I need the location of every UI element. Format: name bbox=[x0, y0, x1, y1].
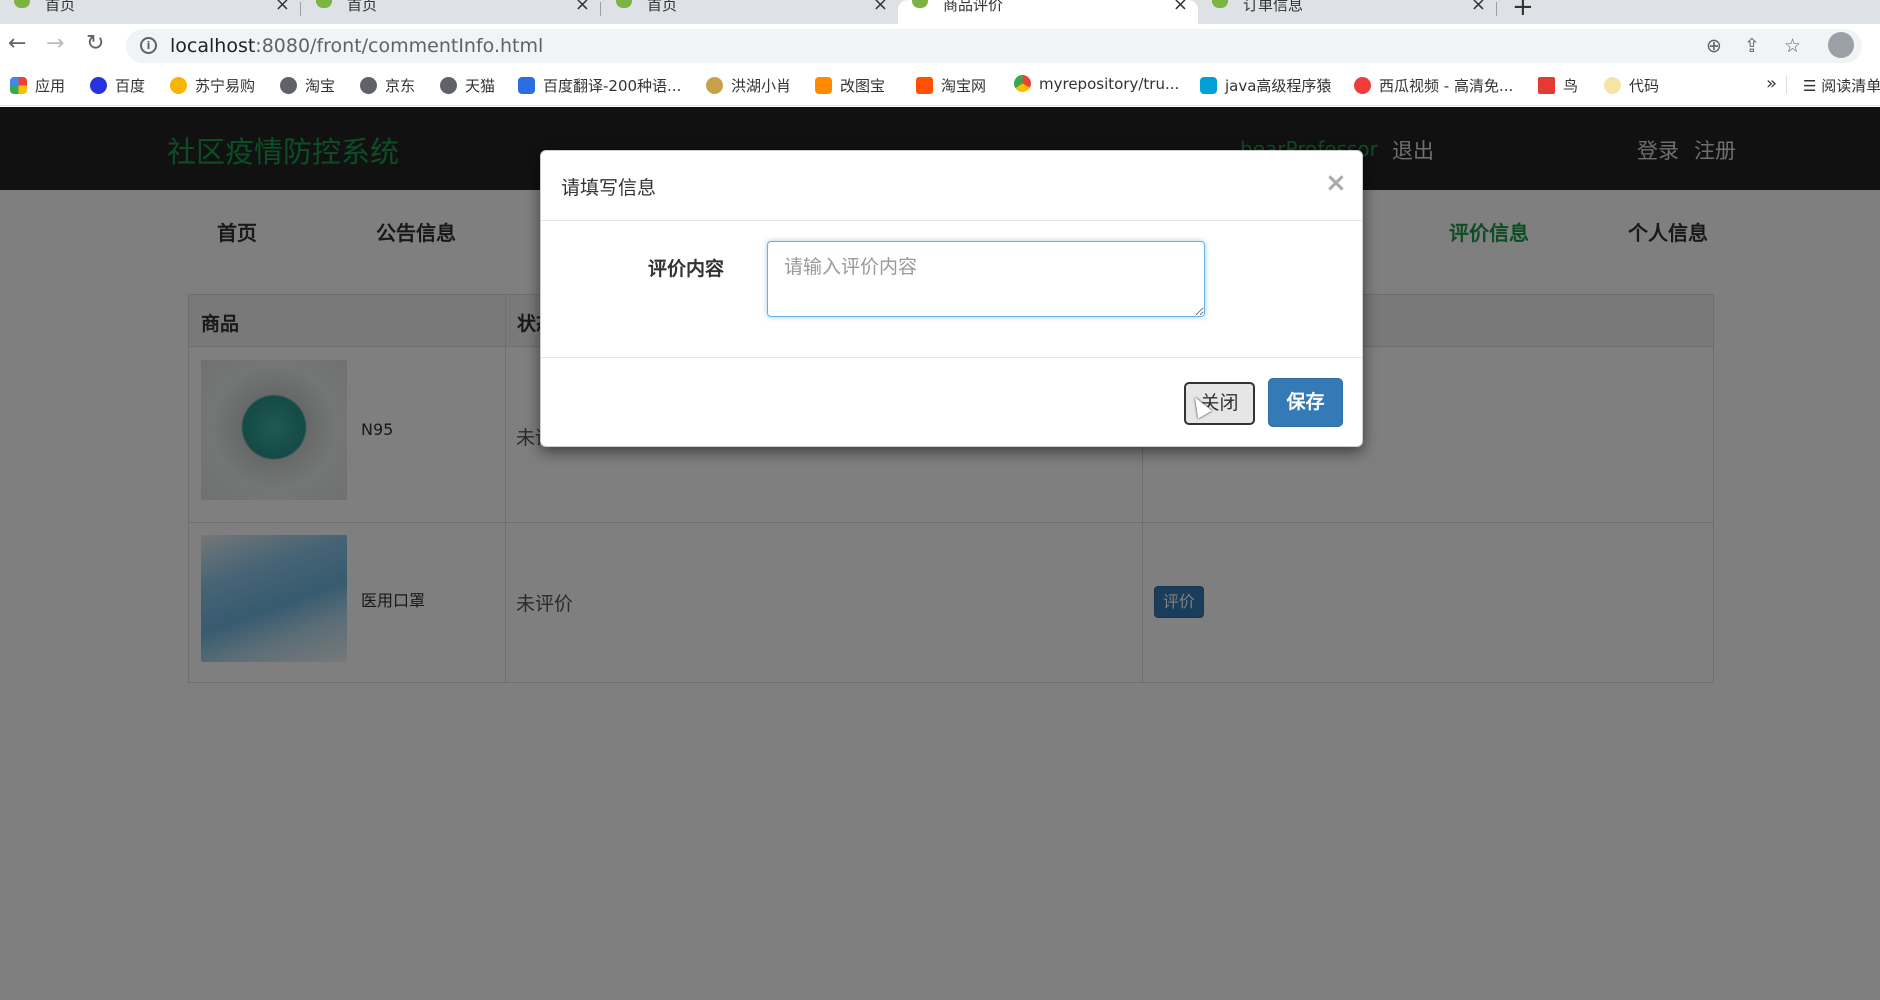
modal-title: 请填写信息 bbox=[561, 177, 657, 199]
tab-favicon-icon bbox=[316, 0, 332, 8]
comment-content-label: 评价内容 bbox=[648, 258, 725, 280]
bookmark-label: myrepository/tru... bbox=[1039, 75, 1180, 93]
bookmark-label: 代码 bbox=[1629, 77, 1660, 95]
tab-divider bbox=[600, 2, 601, 16]
bird-icon bbox=[706, 77, 723, 94]
tab-title: 首页 bbox=[347, 0, 378, 14]
comment-modal: 请填写信息 × 评价内容 关闭 保存 bbox=[540, 150, 1363, 447]
url-text[interactable]: localhost:8080/front/commentInfo.html bbox=[170, 35, 543, 57]
reading-list-button[interactable]: ☰ 阅读清单 bbox=[1803, 75, 1880, 96]
bookmark-label: 淘宝 bbox=[305, 77, 336, 95]
zoom-icon[interactable]: ⊕ bbox=[1706, 35, 1722, 57]
globe-icon bbox=[280, 77, 297, 94]
modal-footer: 关闭 保存 bbox=[541, 357, 1362, 446]
browser-tab[interactable]: 首页 × bbox=[602, 0, 898, 24]
bookmark-label: 京东 bbox=[385, 77, 416, 95]
bookmark-label: java高级程序猿 bbox=[1225, 77, 1332, 95]
image-tool-icon bbox=[815, 77, 832, 94]
tab-close-icon[interactable]: × bbox=[575, 0, 590, 15]
bookmark-item[interactable]: java高级程序猿 bbox=[1200, 75, 1331, 96]
bookmark-item[interactable]: myrepository/tru... bbox=[1014, 75, 1179, 93]
comment-content-input[interactable] bbox=[767, 241, 1205, 317]
browser-tab-active[interactable]: 商品评价 × bbox=[898, 0, 1198, 24]
profile-avatar-icon[interactable] bbox=[1828, 32, 1854, 58]
bookmark-item[interactable]: 百度翻译-200种语... bbox=[518, 75, 681, 96]
bookmark-item[interactable]: 百度 bbox=[90, 75, 145, 96]
tab-divider bbox=[1496, 2, 1497, 16]
browser-toolbar: ← → ↻ i localhost:8080/front/commentInfo… bbox=[0, 24, 1880, 64]
tab-title: 首页 bbox=[647, 0, 678, 14]
bookmark-label: 洪湖小肖 bbox=[731, 77, 792, 95]
code-icon bbox=[1604, 77, 1621, 94]
bookmark-label: 改图宝 bbox=[840, 77, 886, 95]
bookmarks-overflow-icon[interactable]: » bbox=[1766, 73, 1777, 94]
close-icon[interactable]: × bbox=[1325, 168, 1347, 198]
bookmark-item[interactable]: 淘宝 bbox=[280, 75, 335, 96]
bookmark-star-icon[interactable]: ☆ bbox=[1784, 35, 1801, 57]
tab-title: 商品评价 bbox=[943, 0, 1004, 14]
tab-close-icon[interactable]: × bbox=[1173, 0, 1188, 15]
browser-tab[interactable]: 订单信息 × bbox=[1198, 0, 1496, 24]
bookmark-item[interactable]: 应用 bbox=[10, 75, 65, 96]
bilibili-icon bbox=[1200, 77, 1217, 94]
tab-divider bbox=[300, 2, 301, 16]
bookmark-label: 百度 bbox=[115, 77, 146, 95]
url-path: :8080/front/commentInfo.html bbox=[255, 35, 544, 57]
forward-arrow-icon[interactable]: → bbox=[46, 31, 64, 56]
taobao-icon bbox=[916, 77, 933, 94]
tab-title: 订单信息 bbox=[1243, 0, 1304, 14]
tab-favicon-icon bbox=[14, 0, 30, 8]
bookmark-label: 淘宝网 bbox=[941, 77, 987, 95]
video-play-icon bbox=[1354, 77, 1371, 94]
bookmark-item[interactable]: 改图宝 bbox=[815, 75, 885, 96]
url-host: localhost bbox=[170, 35, 256, 57]
tab-close-icon[interactable]: × bbox=[873, 0, 888, 15]
bookmarks-divider bbox=[1786, 76, 1787, 94]
globe-icon bbox=[360, 77, 377, 94]
modal-header: 请填写信息 × bbox=[541, 151, 1362, 221]
baidu-icon bbox=[90, 77, 107, 94]
bookmark-item[interactable]: 天猫 bbox=[440, 75, 495, 96]
bookmark-label: 天猫 bbox=[465, 77, 496, 95]
globe-icon bbox=[440, 77, 457, 94]
bookmark-item[interactable]: 西瓜视频 - 高清免... bbox=[1354, 75, 1513, 96]
bookmark-item[interactable]: 苏宁易购 bbox=[170, 75, 255, 96]
bookmark-label: 百度翻译-200种语... bbox=[543, 77, 682, 95]
share-icon[interactable]: ⇪ bbox=[1744, 35, 1760, 57]
bookmark-label: 西瓜视频 - 高清免... bbox=[1379, 77, 1514, 95]
reload-icon[interactable]: ↻ bbox=[86, 31, 104, 56]
reading-list-label: 阅读清单 bbox=[1821, 77, 1880, 95]
bookmark-item[interactable]: 京东 bbox=[360, 75, 415, 96]
browser-tab[interactable]: 首页 × bbox=[0, 0, 300, 24]
tab-favicon-icon bbox=[616, 0, 632, 8]
bird-icon bbox=[1538, 77, 1555, 94]
translate-icon bbox=[518, 77, 535, 94]
browser-tab-bar: 首页 × 首页 × 首页 × 商品评价 × 订单信息 × + bbox=[0, 0, 1880, 24]
tab-favicon-icon bbox=[1212, 0, 1228, 8]
tab-close-icon[interactable]: × bbox=[275, 0, 290, 15]
site-info-icon[interactable]: i bbox=[140, 37, 157, 54]
tab-favicon-icon bbox=[912, 0, 928, 8]
tab-close-icon[interactable]: × bbox=[1471, 0, 1486, 15]
address-bar[interactable]: i localhost:8080/front/commentInfo.html … bbox=[126, 29, 1862, 63]
bookmarks-bar: 应用 百度 苏宁易购 淘宝 京东 天猫 百度翻译-200种语... 洪湖小肖 改… bbox=[0, 64, 1880, 106]
bookmark-label: 应用 bbox=[35, 77, 66, 95]
save-button[interactable]: 保存 bbox=[1268, 378, 1343, 427]
bookmark-item[interactable]: 洪湖小肖 bbox=[706, 75, 791, 96]
chrome-icon bbox=[1014, 75, 1031, 92]
bookmark-item[interactable]: 代码 bbox=[1604, 75, 1659, 96]
apps-grid-icon bbox=[10, 77, 27, 94]
bookmark-label: 苏宁易购 bbox=[195, 77, 256, 95]
reading-list-icon: ☰ bbox=[1803, 77, 1822, 95]
new-tab-icon[interactable]: + bbox=[1512, 0, 1534, 22]
browser-tab[interactable]: 首页 × bbox=[302, 0, 600, 24]
suning-icon bbox=[170, 77, 187, 94]
bookmark-item[interactable]: 鸟 bbox=[1538, 75, 1578, 96]
bookmark-label: 鸟 bbox=[1563, 77, 1579, 95]
back-arrow-icon[interactable]: ← bbox=[8, 31, 26, 56]
bookmark-item[interactable]: 淘宝网 bbox=[916, 75, 986, 96]
tab-title: 首页 bbox=[45, 0, 76, 14]
